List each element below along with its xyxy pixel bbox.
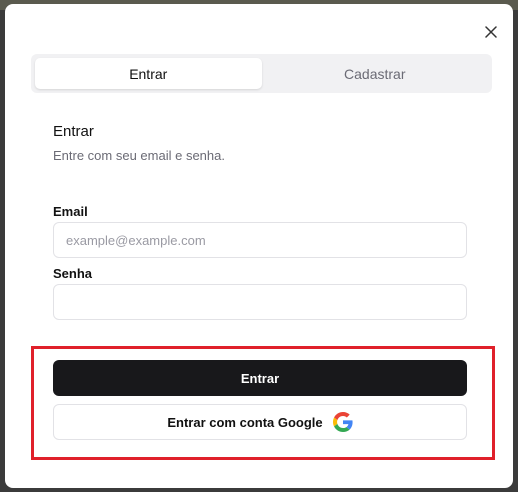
password-label: Senha: [53, 266, 93, 281]
submit-button[interactable]: Entrar: [53, 360, 467, 396]
google-logo-icon: [332, 412, 353, 432]
tab-entrar[interactable]: Entrar: [35, 58, 262, 89]
form-subtitle: Entre com seu email e senha.: [53, 148, 225, 163]
google-signin-button[interactable]: Entrar com conta Google: [53, 404, 467, 440]
close-icon: [485, 26, 497, 38]
login-dialog: Entrar Cadastrar Entrar Entre com seu em…: [5, 4, 513, 488]
password-field[interactable]: [53, 284, 467, 320]
tab-cadastrar[interactable]: Cadastrar: [262, 58, 489, 89]
email-field[interactable]: [53, 222, 467, 258]
form-title: Entrar: [53, 123, 94, 140]
google-button-label: Entrar com conta Google: [167, 414, 323, 430]
email-label: Email: [53, 204, 88, 219]
submit-button-label: Entrar: [240, 370, 280, 386]
close-button[interactable]: [481, 22, 501, 42]
auth-tabs: Entrar Cadastrar: [31, 54, 492, 93]
